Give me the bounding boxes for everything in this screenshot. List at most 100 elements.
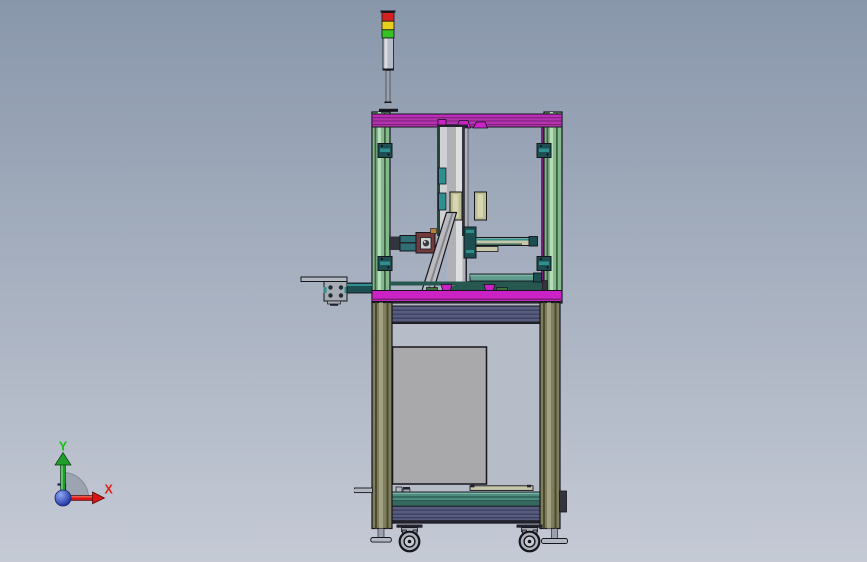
shelf-stripe	[390, 496, 542, 498]
bolt	[328, 293, 333, 298]
tan-bar-end	[470, 484, 475, 488]
hinge-right-lower[interactable]	[536, 256, 552, 271]
shelf-highlight	[390, 492, 542, 494]
beam-body	[389, 505, 543, 522]
camera-arm[interactable]	[389, 228, 437, 254]
beam-stripe	[390, 513, 542, 515]
upper-right-post[interactable]	[541, 111, 563, 304]
stack-light[interactable]	[379, 10, 398, 112]
beam-bottom-edge	[390, 520, 542, 524]
post-highlight	[379, 302, 383, 529]
table-dark-item	[542, 280, 548, 292]
side-connector-box	[559, 490, 567, 513]
caster-plate	[396, 524, 423, 528]
hinge-screw	[546, 153, 549, 156]
foot-stem	[551, 528, 558, 540]
rail-end-block	[528, 236, 538, 247]
hinge-right-upper[interactable]	[536, 143, 552, 158]
table-under-highlight	[390, 303, 542, 306]
bolt	[338, 293, 344, 298]
bolt	[328, 285, 333, 290]
post-flute	[546, 112, 549, 303]
hinge-screw	[380, 257, 383, 261]
camera-tab	[430, 228, 437, 234]
table-beam-stripe	[372, 298, 562, 301]
casters-and-feet[interactable]	[370, 524, 568, 553]
tan-bar-end	[527, 484, 531, 488]
stack-light-body	[382, 37, 394, 70]
hinge-left-lower[interactable]	[377, 256, 393, 271]
stack-light-green-segment	[381, 29, 395, 39]
stack-light-ring	[382, 68, 394, 71]
post-flute	[554, 302, 557, 529]
orientation-triad[interactable]: Y X	[54, 440, 114, 507]
rail-stripe	[476, 238, 530, 241]
stack-light-yellow-segment	[381, 20, 395, 31]
beam-stripe	[390, 313, 542, 315]
x-axis-head	[92, 491, 106, 505]
post-flute	[543, 302, 545, 529]
rail-arm-lower	[475, 246, 499, 252]
stack-light-pole	[385, 70, 391, 103]
shelf-beam-lower	[390, 501, 542, 507]
control-cabinet[interactable]	[391, 346, 488, 485]
outfeed-block	[323, 281, 348, 302]
stack-light-stem	[385, 103, 391, 109]
hinge-screw	[387, 266, 390, 269]
outfeed-teal-tab	[323, 287, 327, 293]
lower-frame[interactable]	[353, 301, 567, 530]
horizontal-rail[interactable]	[463, 226, 538, 259]
foot-stem	[377, 528, 385, 539]
hinge-screw	[380, 144, 383, 148]
upper-left-post[interactable]	[371, 111, 391, 304]
caster-axle	[407, 539, 412, 544]
caster-axle	[527, 539, 532, 544]
beam-stripe	[390, 309, 542, 311]
stack-light-flange	[379, 108, 398, 112]
post-flute	[375, 302, 377, 529]
hinge-left-upper[interactable]	[377, 143, 393, 158]
outfeed-arm[interactable]	[300, 276, 373, 306]
post-flute	[384, 112, 386, 303]
cad-viewport[interactable]: Y X	[0, 0, 867, 562]
beam-body	[389, 305, 543, 324]
post-flute	[386, 302, 389, 529]
hinge-screw	[546, 266, 549, 269]
caster-plate	[516, 524, 543, 528]
caster-right[interactable]	[516, 524, 543, 553]
guide-bar-inner	[477, 194, 483, 218]
post-highlight	[547, 302, 551, 529]
lower-left-post[interactable]	[371, 301, 393, 530]
outfeed-beam-stripe	[347, 284, 372, 286]
beam-stripe	[390, 517, 542, 519]
leveling-foot-left[interactable]	[370, 528, 392, 543]
origin-sphere[interactable]	[54, 489, 72, 507]
arm-teal-line	[400, 242, 416, 244]
shelf-part-cap	[403, 487, 410, 490]
vertical-actuator-assembly[interactable]	[389, 119, 548, 293]
stack-light-red-segment	[381, 12, 395, 22]
beam-stripe	[390, 509, 542, 511]
table-under-strip	[390, 301, 542, 304]
beam-stripe	[390, 317, 542, 319]
hinge-detail	[380, 148, 390, 152]
caster-left[interactable]	[396, 524, 423, 553]
beam-bottom-edge	[390, 321, 542, 324]
arm-dark-block	[389, 236, 400, 250]
tray-end-block	[533, 272, 542, 283]
stack-light-body-highlight	[384, 38, 388, 69]
enclosure-table-beam[interactable]	[371, 290, 563, 306]
hinge-detail	[539, 261, 549, 265]
beam-highlight	[372, 114, 562, 116]
sensor-block	[438, 167, 447, 185]
lower-right-post[interactable]	[539, 301, 561, 530]
y-axis-label: Y	[59, 440, 68, 454]
post-highlight	[550, 112, 553, 303]
lens-highlight	[423, 241, 426, 243]
y-axis-head	[54, 451, 72, 466]
foot-disc	[541, 538, 568, 544]
leveling-foot-right[interactable]	[541, 528, 568, 544]
beam-stripe	[372, 117, 562, 119]
outfeed-bracket	[327, 300, 341, 305]
hinge-screw	[539, 257, 542, 261]
